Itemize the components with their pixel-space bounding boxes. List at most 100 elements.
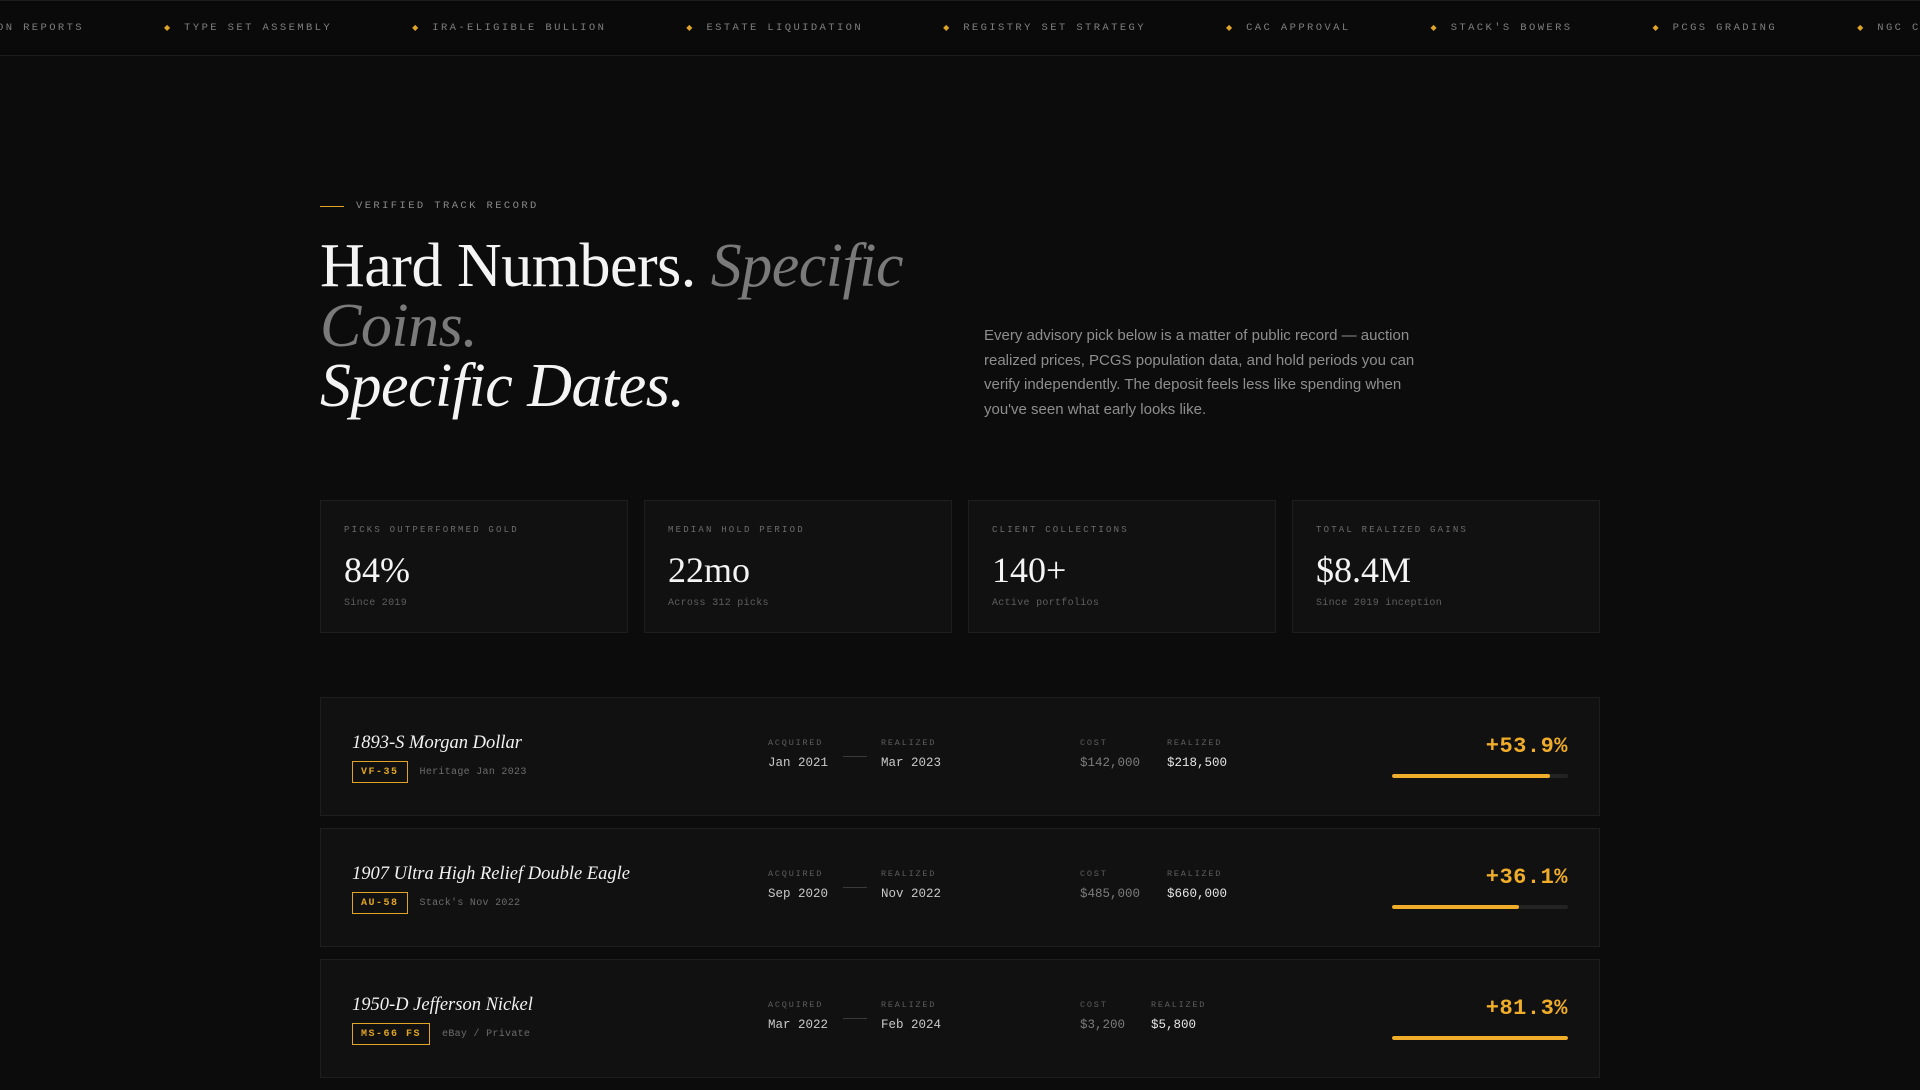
gain-bar — [1392, 1036, 1568, 1040]
pick-meta: MS-66 FS eBay / Private — [352, 1023, 530, 1045]
title-part-3: Specific Dates. — [320, 352, 685, 420]
cost-label: COST — [1080, 869, 1108, 879]
ticker-item: ON REPORTS — [0, 22, 85, 34]
gain-bar-fill — [1392, 774, 1551, 778]
stat-label: PICKS OUTPERFORMED GOLD — [344, 525, 519, 535]
eyebrow-rule — [320, 205, 344, 207]
realized-price-column: REALIZED $5,800 — [1151, 1000, 1206, 1032]
grade-badge: MS-66 FS — [352, 1023, 431, 1045]
pick-row[interactable]: 1907 Ultra High Relief Double Eagle AU-5… — [320, 828, 1600, 947]
acquired-date: Mar 2022 — [768, 1018, 829, 1032]
pick-row[interactable]: 1950-D Jefferson Nickel MS-66 FS eBay / … — [320, 959, 1600, 1078]
sale-source: eBay / Private — [442, 1028, 531, 1040]
stat-value: 140+ — [992, 550, 1067, 590]
ticker-item: ◆ ESTATE LIQUIDATION — [686, 22, 864, 34]
realized-column: REALIZED Mar 2023 — [881, 738, 941, 770]
cost-value: $3,200 — [1080, 1018, 1126, 1032]
cost-label: COST — [1080, 738, 1108, 748]
grade-badge: AU-58 — [352, 892, 408, 914]
ticker-item: ◆ REGISTRY SET STRATEGY — [943, 22, 1146, 34]
stat-sub: Since 2019 inception — [1316, 598, 1443, 609]
cost-label: COST — [1080, 1000, 1108, 1010]
realized-label: REALIZED — [881, 869, 937, 879]
ticker-item: ◆ PCGS GRADING — [1652, 22, 1778, 34]
stat-card: CLIENT COLLECTIONS 140+ Active portfolio… — [968, 500, 1276, 633]
ticker-item: ◆NGC CERTIF — [1857, 22, 1920, 34]
sale-source: Heritage Jan 2023 — [419, 766, 527, 778]
pick-meta: VF-35 Heritage Jan 2023 — [352, 761, 527, 783]
realized-price-label: REALIZED — [1167, 869, 1223, 879]
date-separator — [843, 887, 867, 888]
realized-label: REALIZED — [881, 1000, 937, 1010]
realized-date: Mar 2023 — [881, 756, 942, 770]
coin-name: 1907 Ultra High Relief Double Eagle — [352, 864, 630, 884]
gain-bar-fill — [1392, 905, 1519, 909]
coin-name: 1893-S Morgan Dollar — [352, 733, 522, 753]
ticker-item: ◆ CAC APPROVAL — [1225, 22, 1351, 34]
realized-price-value: $5,800 — [1151, 1018, 1197, 1032]
cost-column: COST $485,000 — [1080, 869, 1140, 901]
coin-name: 1950-D Jefferson Nickel — [352, 995, 533, 1015]
realized-date: Nov 2022 — [881, 887, 942, 901]
stats-row: PICKS OUTPERFORMED GOLD 84% Since 2019 M… — [320, 500, 1600, 633]
title-part-1: Hard Numbers. — [320, 232, 696, 300]
realized-price-column: REALIZED $660,000 — [1167, 869, 1227, 901]
stat-value: 22mo — [668, 550, 751, 590]
acquired-date: Sep 2020 — [768, 887, 829, 901]
realized-column: REALIZED Feb 2024 — [881, 1000, 941, 1032]
stat-label: TOTAL REALIZED GAINS — [1316, 525, 1469, 535]
intro-paragraph: Every advisory pick below is a matter of… — [984, 327, 1415, 418]
realized-date: Feb 2024 — [881, 1018, 942, 1032]
section-eyebrow: VERIFIED TRACK RECORD — [320, 200, 539, 212]
cost-value: $485,000 — [1080, 887, 1141, 901]
diamond-icon: ◆ — [1225, 24, 1233, 33]
pick-meta: AU-58 Stack's Nov 2022 — [352, 892, 520, 914]
stat-sub: Across 312 picks — [668, 598, 769, 609]
cost-column: COST $142,000 — [1080, 738, 1140, 770]
gain-bar — [1392, 905, 1568, 909]
stat-card: TOTAL REALIZED GAINS $8.4M Since 2019 in… — [1292, 500, 1600, 633]
realized-price-value: $660,000 — [1167, 887, 1228, 901]
acquired-column: ACQUIRED Mar 2022 — [768, 1000, 828, 1032]
ticker-strip: ON REPORTS ◆ TYPE SET ASSEMBLY ◆ IRA-ELIGI… — [0, 0, 1920, 56]
ticker-item: ◆ STACK'S BOWERS — [1430, 22, 1573, 34]
realized-column: REALIZED Nov 2022 — [881, 869, 941, 901]
realized-price-value: $218,500 — [1167, 756, 1228, 770]
ticker-track: ON REPORTS ◆ TYPE SET ASSEMBLY ◆ IRA-ELIGI… — [0, 22, 1920, 34]
stat-sub: Active portfolios — [992, 598, 1100, 609]
gain-percent: +53.9% — [1485, 734, 1568, 759]
gain-bar-fill — [1392, 1036, 1568, 1040]
date-separator — [843, 756, 867, 757]
stat-value: $8.4M — [1316, 550, 1412, 590]
acquired-label: ACQUIRED — [768, 738, 824, 748]
diamond-icon: ◆ — [412, 24, 419, 33]
diamond-icon: ◆ — [164, 24, 171, 33]
page-title: Hard Numbers. Specific Coins. Specific D… — [320, 235, 960, 417]
stat-card: MEDIAN HOLD PERIOD 22mo Across 312 picks — [644, 500, 952, 633]
cost-value: $142,000 — [1080, 756, 1141, 770]
gain-bar — [1392, 774, 1568, 778]
cost-column: COST $3,200 — [1080, 1000, 1125, 1032]
pick-row[interactable]: 1893-S Morgan Dollar VF-35 Heritage Jan … — [320, 697, 1600, 816]
acquired-column: ACQUIRED Jan 2021 — [768, 738, 828, 770]
stat-sub: Since 2019 — [344, 598, 408, 609]
eyebrow-label: VERIFIED TRACK RECORD — [356, 200, 539, 212]
stat-label: MEDIAN HOLD PERIOD — [668, 525, 805, 535]
diamond-icon: ◆ — [1652, 24, 1659, 33]
acquired-label: ACQUIRED — [768, 1000, 824, 1010]
realized-price-column: REALIZED $218,500 — [1167, 738, 1227, 770]
diamond-icon: ◆ — [943, 24, 950, 33]
picks-list: 1893-S Morgan Dollar VF-35 Heritage Jan … — [320, 697, 1600, 1090]
acquired-column: ACQUIRED Sep 2020 — [768, 869, 828, 901]
realized-price-label: REALIZED — [1167, 738, 1223, 748]
ticker-item: ◆ IRA-ELIGIBLE BULLION — [412, 22, 607, 34]
acquired-date: Jan 2021 — [768, 756, 829, 770]
realized-label: REALIZED — [881, 738, 937, 748]
acquired-label: ACQUIRED — [768, 869, 824, 879]
grade-badge: VF-35 — [352, 761, 408, 783]
ticker-item: ◆ TYPE SET ASSEMBLY — [164, 22, 333, 34]
gain-percent: +81.3% — [1485, 996, 1568, 1021]
stat-label: CLIENT COLLECTIONS — [992, 525, 1129, 535]
realized-price-label: REALIZED — [1151, 1000, 1207, 1010]
gain-percent: +36.1% — [1485, 865, 1568, 890]
